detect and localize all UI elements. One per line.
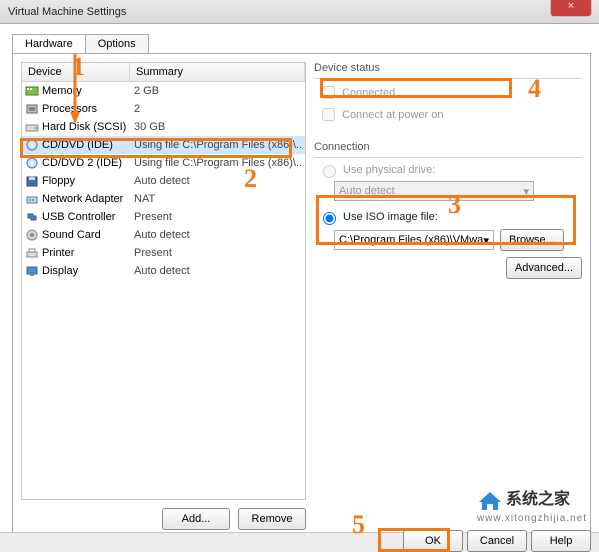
device-summary: 2 GB <box>134 85 303 97</box>
poweron-checkbox[interactable]: Connect at power on <box>318 105 582 124</box>
device-name: Memory <box>42 85 134 97</box>
device-icon <box>24 156 40 170</box>
poweron-input[interactable] <box>322 108 335 121</box>
connection-group: Connection Use physical drive: Auto dete… <box>314 141 582 279</box>
chevron-down-icon: ▾ <box>523 185 529 198</box>
device-summary: Using file C:\Program Files (x86)\... <box>134 139 303 151</box>
device-name: CD/DVD 2 (IDE) <box>42 157 134 169</box>
close-button[interactable]: × <box>551 0 591 16</box>
connection-label: Connection <box>314 141 582 153</box>
device-name: Floppy <box>42 175 134 187</box>
device-buttons: Add... Remove <box>21 508 306 530</box>
help-button[interactable]: Help <box>531 530 591 552</box>
table-row[interactable]: Memory2 GB <box>22 82 305 100</box>
device-status-label: Device status <box>314 62 582 74</box>
physical-text: Use physical drive: <box>343 164 435 176</box>
device-icon <box>24 264 40 278</box>
table-row[interactable]: Hard Disk (SCSI)30 GB <box>22 118 305 136</box>
tab-options[interactable]: Options <box>85 34 149 53</box>
device-name: Network Adapter <box>42 193 134 205</box>
device-summary: 2 <box>134 103 303 115</box>
device-name: Processors <box>42 103 134 115</box>
device-icon <box>24 210 40 224</box>
browse-button[interactable]: Browse... <box>500 229 564 251</box>
device-icon <box>24 138 40 152</box>
table-row[interactable]: USB ControllerPresent <box>22 208 305 226</box>
physical-input[interactable] <box>323 165 336 178</box>
connected-checkbox[interactable]: Connected <box>318 83 582 102</box>
add-button[interactable]: Add... <box>162 508 230 530</box>
ok-button[interactable]: OK <box>403 530 463 552</box>
iso-text: Use ISO image file: <box>343 211 438 223</box>
bottom-buttons: OK Cancel Help <box>403 530 591 552</box>
device-summary: Using file C:\Program Files (x86)\... <box>134 157 303 169</box>
device-status-group: Device status Connected Connect at power… <box>314 62 582 127</box>
device-name: Sound Card <box>42 229 134 241</box>
table-row[interactable]: FloppyAuto detect <box>22 172 305 190</box>
physical-radio[interactable]: Use physical drive: <box>318 162 582 178</box>
device-name: Hard Disk (SCSI) <box>42 121 134 133</box>
tab-content: Device Summary Memory2 GBProcessors2Hard… <box>12 53 591 539</box>
table-row[interactable]: CD/DVD 2 (IDE)Using file C:\Program File… <box>22 154 305 172</box>
physical-combo: Auto detect ▾ <box>334 181 534 201</box>
device-icon <box>24 120 40 134</box>
device-summary: 30 GB <box>134 121 303 133</box>
close-icon: × <box>568 0 574 12</box>
device-icon <box>24 246 40 260</box>
watermark-url: www.xitongzhijia.net <box>477 513 587 524</box>
poweron-text: Connect at power on <box>342 109 444 121</box>
table-row[interactable]: Sound CardAuto detect <box>22 226 305 244</box>
device-summary: Auto detect <box>134 265 303 277</box>
cancel-button[interactable]: Cancel <box>467 530 527 552</box>
table-header: Device Summary <box>22 63 305 82</box>
iso-path-combo[interactable]: C:\Program Files (x86)\VMware\ ▾ <box>334 230 494 250</box>
connected-text: Connected <box>342 87 395 99</box>
house-icon <box>477 490 503 512</box>
table-row[interactable]: Processors2 <box>22 100 305 118</box>
device-summary: Present <box>134 211 303 223</box>
physical-combo-text: Auto detect <box>339 185 395 197</box>
table-row[interactable]: PrinterPresent <box>22 244 305 262</box>
device-icon <box>24 192 40 206</box>
device-icon <box>24 228 40 242</box>
iso-radio[interactable]: Use ISO image file: <box>318 209 582 225</box>
table-row[interactable]: CD/DVD (IDE)Using file C:\Program Files … <box>22 136 305 154</box>
watermark: 系统之家 www.xitongzhijia.net <box>477 485 587 524</box>
tab-hardware[interactable]: Hardware <box>12 34 86 53</box>
left-pane: Device Summary Memory2 GBProcessors2Hard… <box>21 62 306 530</box>
watermark-text: 系统之家 <box>506 491 570 508</box>
device-summary: Auto detect <box>134 175 303 187</box>
window-title: Virtual Machine Settings <box>8 6 126 18</box>
col-summary[interactable]: Summary <box>130 63 305 81</box>
device-table: Device Summary Memory2 GBProcessors2Hard… <box>21 62 306 500</box>
divider <box>314 78 582 79</box>
device-name: Display <box>42 265 134 277</box>
device-icon <box>24 102 40 116</box>
divider <box>314 157 582 158</box>
device-summary: Present <box>134 247 303 259</box>
device-icon <box>24 174 40 188</box>
tab-strip: Hardware Options <box>12 34 599 53</box>
device-summary: Auto detect <box>134 229 303 241</box>
col-device[interactable]: Device <box>22 63 130 81</box>
device-name: CD/DVD (IDE) <box>42 139 134 151</box>
chevron-down-icon: ▾ <box>483 234 489 247</box>
iso-path-text: C:\Program Files (x86)\VMware\ <box>339 234 483 246</box>
titlebar: Virtual Machine Settings <box>0 0 599 24</box>
table-row[interactable]: DisplayAuto detect <box>22 262 305 280</box>
device-summary: NAT <box>134 193 303 205</box>
device-icon <box>24 84 40 98</box>
device-name: Printer <box>42 247 134 259</box>
device-name: USB Controller <box>42 211 134 223</box>
iso-input[interactable] <box>323 212 336 225</box>
table-row[interactable]: Network AdapterNAT <box>22 190 305 208</box>
connected-input[interactable] <box>322 86 335 99</box>
right-pane: Device status Connected Connect at power… <box>314 62 582 530</box>
remove-button[interactable]: Remove <box>238 508 306 530</box>
advanced-button[interactable]: Advanced... <box>506 257 582 279</box>
